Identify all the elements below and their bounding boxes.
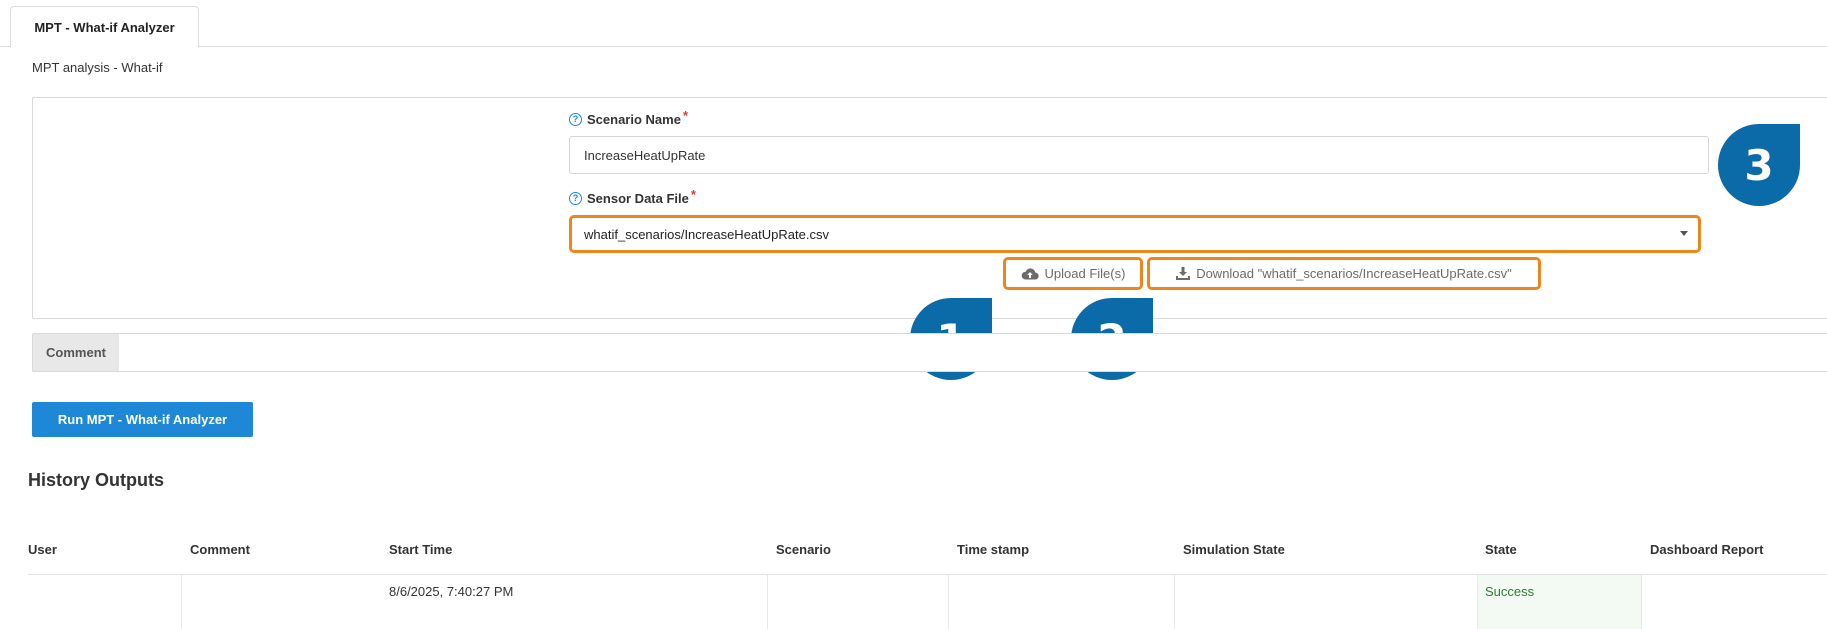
- tab-label: MPT - What-if Analyzer: [34, 19, 175, 35]
- sensor-data-file-select[interactable]: whatif_scenarios/IncreaseHeatUpRate.csv: [569, 215, 1701, 253]
- row-state-badge: Success: [1485, 584, 1535, 599]
- scenario-name-label-text: Scenario Name: [587, 112, 681, 127]
- tab-mpt-whatif-analyzer[interactable]: MPT - What-if Analyzer: [10, 6, 199, 48]
- column-header-scenario[interactable]: Scenario: [776, 542, 831, 557]
- column-header-time-stamp[interactable]: Time stamp: [957, 542, 1029, 557]
- cloud-upload-icon: [1021, 268, 1039, 280]
- column-divider: [1641, 575, 1642, 629]
- column-divider: [767, 575, 768, 629]
- sensor-data-file-value: whatif_scenarios/IncreaseHeatUpRate.csv: [584, 226, 829, 242]
- upload-files-label: Upload File(s): [1044, 266, 1126, 281]
- page-subtitle: MPT analysis - What-if: [32, 60, 163, 75]
- scenario-form-panel: [32, 97, 1827, 319]
- column-divider: [1174, 575, 1175, 629]
- upload-files-button[interactable]: Upload File(s): [1003, 257, 1143, 290]
- column-divider: [181, 575, 182, 629]
- caret-down-icon: [1680, 231, 1688, 236]
- download-icon: [1176, 267, 1191, 280]
- tab-bar: MPT - What-if Analyzer: [0, 0, 1827, 48]
- column-header-start-time[interactable]: Start Time: [389, 542, 452, 557]
- row-start-time: 8/6/2025, 7:40:27 PM: [389, 584, 514, 599]
- comment-label: Comment: [33, 334, 119, 371]
- column-header-comment[interactable]: Comment: [190, 542, 250, 557]
- run-analyzer-button[interactable]: Run MPT - What-if Analyzer: [32, 402, 253, 437]
- comment-field[interactable]: Comment: [32, 333, 1827, 372]
- column-header-user[interactable]: User: [28, 542, 57, 557]
- scenario-name-label: ? Scenario Name *: [569, 108, 688, 127]
- callout-badge-3: 3: [1718, 124, 1800, 206]
- download-file-button[interactable]: Download "whatif_scenarios/IncreaseHeatU…: [1147, 257, 1541, 290]
- sensor-data-file-label-text: Sensor Data File: [587, 191, 689, 206]
- help-circle-icon[interactable]: ?: [569, 192, 582, 205]
- column-header-simulation-state[interactable]: Simulation State: [1183, 542, 1285, 557]
- column-header-state[interactable]: State: [1485, 542, 1517, 557]
- download-file-label: Download "whatif_scenarios/IncreaseHeatU…: [1196, 266, 1512, 281]
- scenario-name-input[interactable]: [569, 136, 1709, 174]
- column-header-dashboard-report[interactable]: Dashboard Report: [1650, 542, 1763, 557]
- sensor-data-file-label: ? Sensor Data File *: [569, 187, 696, 206]
- required-mark: *: [690, 187, 696, 202]
- column-divider: [1477, 575, 1478, 629]
- history-outputs-title: History Outputs: [28, 470, 165, 490]
- required-mark: *: [682, 108, 688, 123]
- column-divider: [948, 575, 949, 629]
- help-circle-icon[interactable]: ?: [569, 113, 582, 126]
